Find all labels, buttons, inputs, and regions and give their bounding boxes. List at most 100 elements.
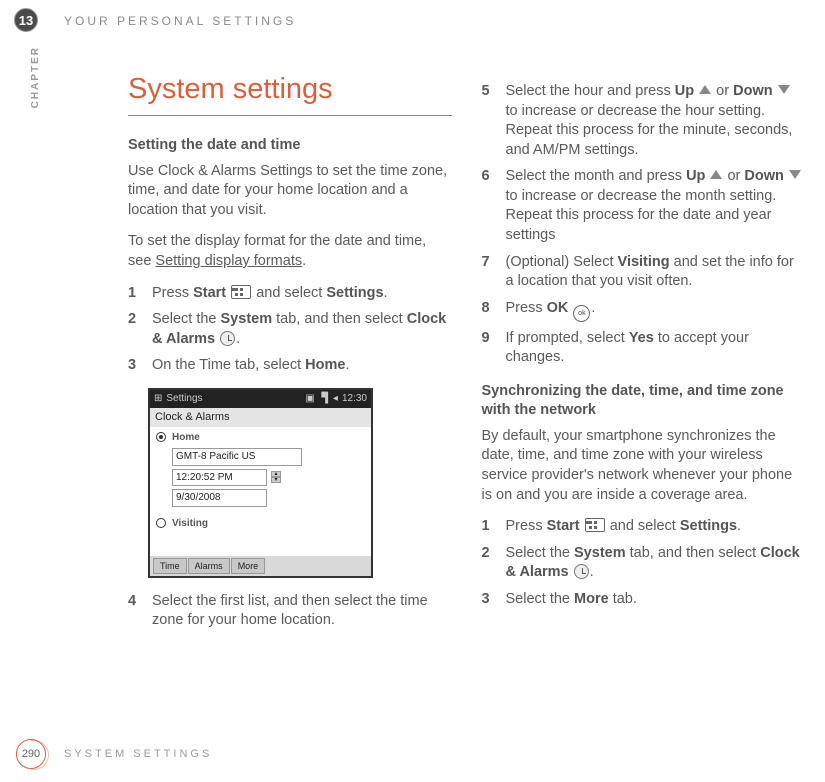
step-8: 8 Press OK ok.	[482, 299, 806, 322]
step-number: 9	[482, 329, 506, 368]
step-body: Select the System tab, and then select C…	[152, 310, 452, 349]
text: .	[590, 564, 594, 580]
text: Press	[152, 285, 193, 301]
text: .	[302, 253, 306, 269]
radio-visiting[interactable]	[156, 518, 166, 528]
text: or	[712, 83, 733, 99]
step-7: 7 (Optional) Select Visiting and set the…	[482, 253, 806, 292]
step-b3: 3 Select the More tab.	[482, 590, 806, 610]
field-timezone[interactable]: GMT-8 Pacific US	[172, 448, 302, 466]
text: and select	[252, 285, 326, 301]
field-time[interactable]: 12:20:52 PM	[172, 469, 267, 487]
radio-home[interactable]	[156, 432, 166, 442]
link-setting-display-formats[interactable]: Setting display formats	[155, 253, 302, 269]
step-3: 3 On the Time tab, select Home.	[128, 356, 452, 376]
step-number: 6	[482, 167, 506, 245]
step-body: Select the System tab, and then select C…	[506, 544, 806, 583]
text: Select the hour and press	[506, 83, 675, 99]
signal-icon: ▣ ▝▍◂	[305, 392, 338, 406]
step-b2: 2 Select the System tab, and then select…	[482, 544, 806, 583]
step-4: 4 Select the first list, and then select…	[128, 592, 452, 631]
bold-home: Home	[305, 357, 345, 373]
text: tab, and then select	[272, 311, 407, 327]
clock-icon	[220, 331, 235, 346]
screenshot-fields: GMT-8 Pacific US 12:20:52 PM ▴▾ 9/30/200…	[172, 448, 371, 507]
bold-start: Start	[193, 285, 226, 301]
text: .	[345, 357, 349, 373]
bold-settings: Settings	[326, 285, 383, 301]
text: Select the	[506, 545, 575, 561]
start-icon	[585, 518, 605, 532]
step-9: 9 If prompted, select Yes to accept your…	[482, 329, 806, 368]
intro-paragraph: Use Clock & Alarms Settings to set the t…	[128, 162, 452, 221]
page-number-badge: 290	[14, 737, 48, 771]
section-heading-sync: Synchronizing the date, time, and time z…	[482, 382, 806, 421]
step-number: 7	[482, 253, 506, 292]
text: tab.	[609, 591, 637, 607]
bold-down: Down	[744, 168, 783, 184]
start-icon	[231, 285, 251, 299]
step-number: 5	[482, 82, 506, 160]
text: (Optional) Select	[506, 254, 618, 270]
step-body: Select the hour and press Up or Down to …	[506, 82, 806, 160]
up-arrow-icon	[699, 85, 711, 94]
step-body: Select the month and press Up or Down to…	[506, 167, 806, 245]
bold-ok: OK	[547, 300, 569, 316]
text: Press	[506, 300, 547, 316]
text: to increase or decrease the month settin…	[506, 188, 777, 243]
screenshot-row-visiting: Visiting	[150, 513, 371, 535]
bold-up: Up	[675, 83, 694, 99]
start-flag-icon: ⊞	[154, 392, 162, 406]
text: and select	[606, 518, 680, 534]
text: Select the month and press	[506, 168, 687, 184]
bold-down: Down	[733, 83, 772, 99]
text: to increase or decrease the hour setting…	[506, 103, 793, 158]
step-body: If prompted, select Yes to accept your c…	[506, 329, 806, 368]
tab-alarms[interactable]: Alarms	[188, 558, 230, 574]
up-arrow-icon	[710, 170, 722, 179]
steps-list-b: 1 Press Start and select Settings. 2 Sel…	[482, 517, 806, 609]
main-title: System settings	[128, 70, 452, 116]
text: or	[723, 168, 744, 184]
bold-system: System	[574, 545, 626, 561]
text: .	[737, 518, 741, 534]
step-2: 2 Select the System tab, and then select…	[128, 310, 452, 349]
text: Press	[506, 518, 547, 534]
step-5: 5 Select the hour and press Up or Down t…	[482, 82, 806, 160]
step-b1: 1 Press Start and select Settings.	[482, 517, 806, 537]
format-paragraph: To set the display format for the date a…	[128, 232, 452, 271]
sync-intro: By default, your smartphone synchronizes…	[482, 427, 806, 505]
footer-title: SYSTEM SETTINGS	[64, 748, 212, 760]
page-number: 290	[16, 739, 46, 769]
page-header: 13 YOUR PERSONAL SETTINGS	[14, 8, 825, 36]
screenshot-bar-label: Settings	[166, 392, 202, 406]
step-number: 1	[128, 284, 152, 304]
chapter-number-badge: 13	[14, 8, 38, 32]
screenshot-panel-title: Clock & Alarms	[150, 408, 371, 427]
text: Select the	[152, 311, 221, 327]
text: .	[236, 331, 240, 347]
tab-time[interactable]: Time	[153, 558, 187, 574]
clock-icon	[574, 564, 589, 579]
step-body: Press Start and select Settings.	[152, 284, 452, 304]
phone-screenshot: ⊞ Settings ▣ ▝▍◂ 12:30 Clock & Alarms Ho…	[148, 388, 373, 578]
step-1: 1 Press Start and select Settings.	[128, 284, 452, 304]
left-column: System settings Setting the date and tim…	[128, 70, 452, 722]
bold-settings: Settings	[680, 518, 737, 534]
steps-list-a: 1 Press Start and select Settings. 2 Sel…	[128, 284, 452, 376]
text: tab, and then select	[626, 545, 761, 561]
down-arrow-icon	[789, 170, 801, 179]
step-body: On the Time tab, select Home.	[152, 356, 452, 376]
bold-more: More	[574, 591, 609, 607]
label-visiting: Visiting	[172, 517, 208, 531]
tab-more[interactable]: More	[231, 558, 266, 574]
bold-system: System	[221, 311, 273, 327]
text: .	[384, 285, 388, 301]
step-body: Press Start and select Settings.	[506, 517, 806, 537]
chapter-label-vertical: CHAPTER	[30, 46, 41, 108]
bold-start: Start	[547, 518, 580, 534]
step-number: 3	[482, 590, 506, 610]
bold-yes: Yes	[629, 330, 654, 346]
time-spinner[interactable]: ▴▾	[271, 471, 281, 483]
field-date[interactable]: 9/30/2008	[172, 489, 267, 507]
